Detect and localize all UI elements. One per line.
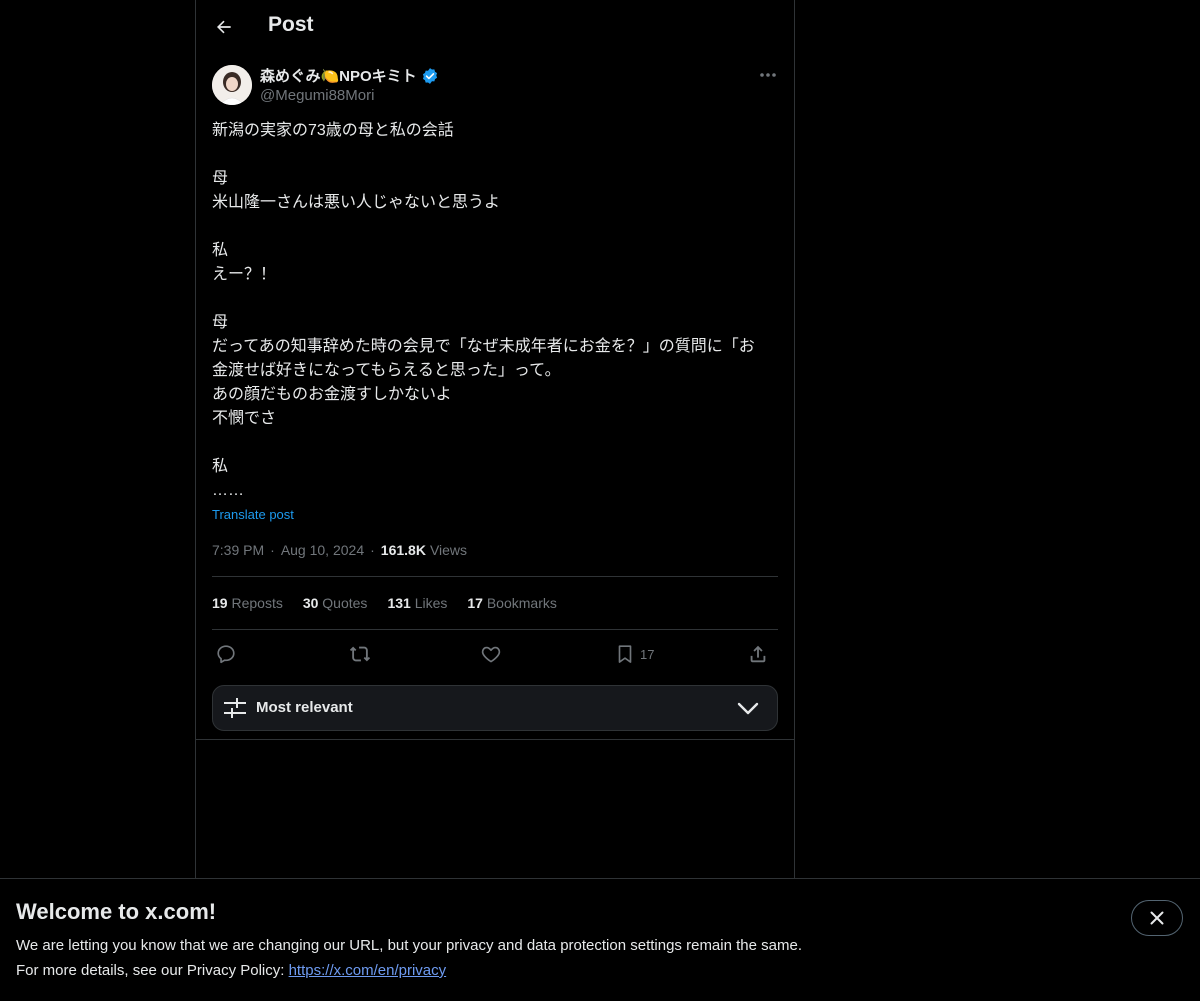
post-line [212,431,778,455]
views-count: 161.8K [380,542,426,558]
verified-badge-icon [422,67,437,84]
post-date[interactable]: Aug 10, 2024 [281,542,364,558]
divider [212,576,778,577]
sort-label: Most relevant [256,699,353,716]
post-line [212,215,778,239]
back-button[interactable] [210,13,238,41]
post-line [212,287,778,311]
likes-label: Likes [414,595,448,611]
sliders-icon [224,698,246,718]
post-line: 新潟の実家の73歳の母と私の会話 [212,122,454,139]
post-time[interactable]: 7:39 PM [212,542,264,558]
post-line: …… [212,482,244,499]
post-line: あの顔だものお金渡すしかないよ [212,386,452,403]
bookmarks-stat[interactable]: 17 Bookmarks [467,595,557,611]
author-name-row: 森めぐみ🍋NPOキミト [260,65,439,86]
profile-photo-icon [212,65,252,105]
bookmark-count: 17 [640,646,655,662]
post-line: 私 [212,242,229,259]
post-column: Post 森めぐみ🍋NPOキミト @Megumi88Mori 新潟の実家の73歳… [195,0,795,740]
bookmark-icon [618,645,632,663]
more-horizontal-icon [760,73,776,77]
avatar[interactable] [212,65,252,105]
views-label: Views [429,542,468,558]
arrow-left-icon [217,20,231,34]
more-options-button[interactable] [756,64,780,86]
reposts-label: Reposts [231,595,283,611]
reposts-count: 19 [212,595,228,611]
reply-icon [217,645,235,664]
repost-icon [349,646,371,662]
share-button[interactable] [747,640,769,668]
bookmarks-count: 17 [467,595,483,611]
bookmark-button[interactable]: 17 [614,640,654,668]
repost-button[interactable] [349,640,371,668]
post-line: だってあの知事辞めた時の会見で「なぜ未成年者にお金を？」の質問に「お [212,338,755,355]
close-icon [1150,911,1164,925]
meta-separator: · [270,542,275,558]
heart-icon [481,646,501,663]
page-title: Post [268,13,314,36]
bookmarks-label: Bookmarks [486,595,557,611]
likes-stat[interactable]: 131 Likes [387,595,447,611]
post-column-extension [195,740,795,880]
privacy-policy-link[interactable]: https://x.com/en/privacy [289,962,447,979]
banner-privacy-prefix: For more details, see our Privacy Policy… [16,962,289,979]
banner-title: Welcome to x.com! [16,899,217,924]
top-bar: Post [196,0,794,54]
post-line: えー？！ [212,266,277,283]
reply-sort-dropdown[interactable]: Most relevant [212,685,778,731]
post-line: 米山隆一さんは悪い人じゃないと思うよ [212,194,501,211]
close-banner-button[interactable] [1131,900,1183,936]
post-line: 母 [212,170,229,187]
welcome-banner: Welcome to x.com! We are letting you kno… [0,878,1200,1001]
chevron-down-icon [737,702,759,715]
post-stats: 19 Reposts 30 Quotes 131 Likes 17 Bookma… [212,595,557,611]
reply-button[interactable] [215,640,237,668]
divider [212,629,778,630]
author-name[interactable]: 森めぐみ🍋NPOキミト [260,65,417,86]
post-line [212,143,778,167]
quotes-count: 30 [302,595,319,611]
post-meta: 7:39 PM · Aug 10, 2024 · 161.8K Views [212,542,467,558]
reposts-stat[interactable]: 19 Reposts [212,595,283,611]
likes-count: 131 [387,595,411,611]
author-handle[interactable]: @Megumi88Mori [260,87,374,104]
translate-post-link[interactable]: Translate post [212,507,294,522]
action-bar: 17 [212,640,778,668]
like-button[interactable] [480,640,502,668]
quotes-stat[interactable]: 30 Quotes [303,595,368,611]
post-line: 不憫でさ [212,410,277,427]
banner-privacy-text: For more details, see our Privacy Policy… [16,962,446,979]
meta-separator: · [370,542,375,558]
post-text: 新潟の実家の73歳の母と私の会話 母 米山隆一さんは悪い人じゃないと思うよ 私 … [212,119,778,503]
banner-text: We are letting you know that we are chan… [16,937,802,954]
quotes-label: Quotes [322,595,368,611]
share-icon [750,645,766,663]
post-line: 母 [212,314,229,331]
post-line: 私 [212,458,229,475]
post-line: 金渡せば好きになってもらえると思った」って。 [212,362,561,379]
